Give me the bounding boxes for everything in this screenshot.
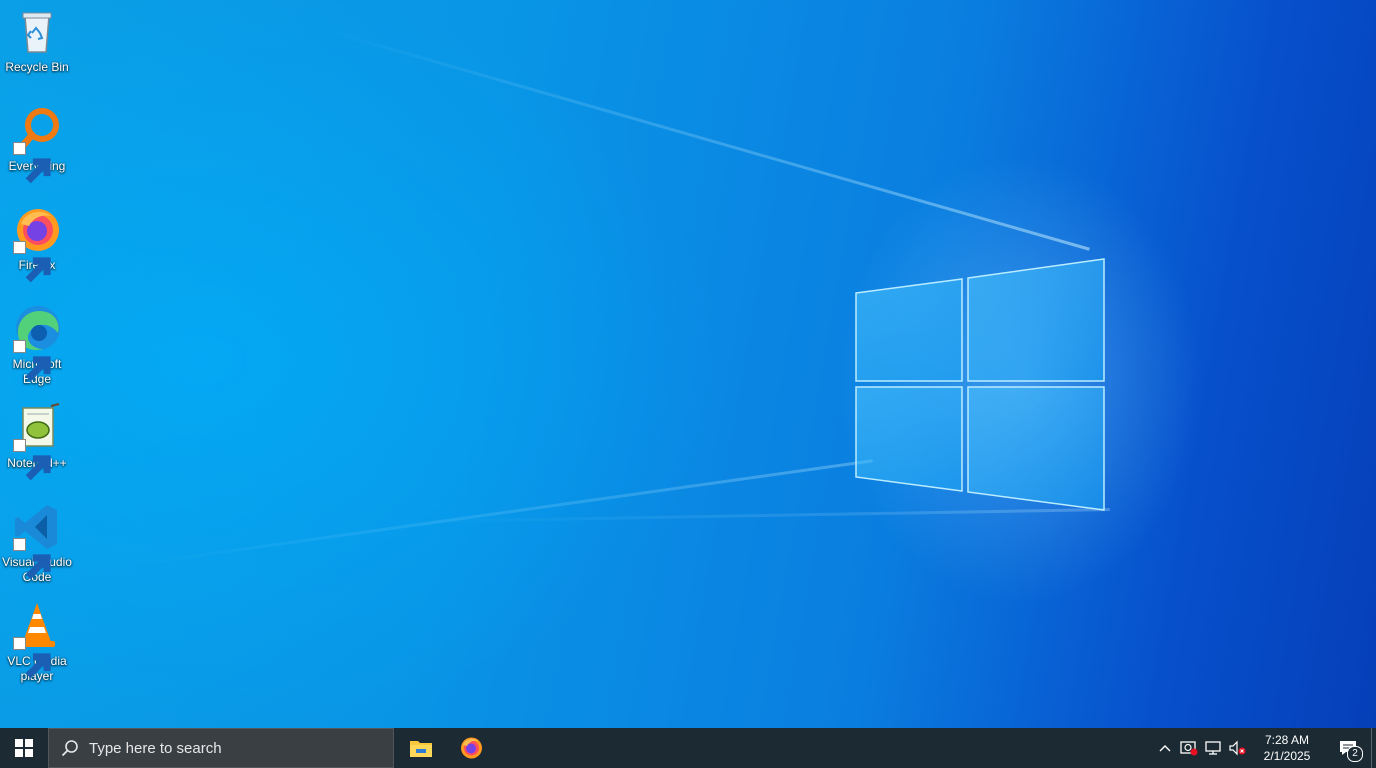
taskbar-pinned-file-explorer[interactable] [396, 728, 446, 768]
network-icon [1205, 741, 1221, 755]
start-button[interactable] [0, 728, 48, 768]
clock-time: 7:28 AM [1264, 733, 1310, 747]
shortcut-arrow-icon [13, 439, 51, 481]
file-explorer-icon [410, 741, 432, 757]
security-warning-icon [1180, 741, 1198, 756]
wallpaper-light-beam [329, 30, 1090, 251]
desktop-icon-firefox[interactable]: Firefox [0, 204, 74, 283]
tray-security-icon-button[interactable] [1177, 728, 1201, 768]
firefox-icon [461, 737, 482, 759]
shortcut-arrow-icon [13, 538, 51, 580]
show-hidden-icons-button[interactable] [1153, 728, 1177, 768]
desktop-icon-vlc-media-player[interactable]: VLC media player [0, 600, 74, 684]
shortcut-arrow-icon [13, 241, 51, 283]
vscode-icon [11, 501, 63, 580]
notepad-plus-plus-icon [11, 402, 63, 481]
recycle-bin-icon [11, 6, 63, 58]
taskbar-pinned-firefox[interactable] [446, 728, 496, 768]
clock-date: 2/1/2025 [1263, 749, 1311, 763]
everything-search-icon [11, 105, 63, 184]
taskbar: Type here to search 7:28 AM 2/1/2025 2 [0, 728, 1376, 768]
chevron-up-icon [1159, 745, 1171, 752]
desktop-icon-notepad-plus-plus[interactable]: Notepad++ [0, 402, 74, 481]
desktop-icon-label: Recycle Bin [5, 60, 69, 74]
desktop-icon-microsoft-edge[interactable]: Microsoft Edge [0, 303, 74, 387]
tray-volume-button[interactable] [1225, 728, 1249, 768]
desktop[interactable]: Recycle Bin Everything Firefox Microsoft… [0, 0, 1376, 728]
action-center-button[interactable]: 2 [1325, 728, 1371, 768]
notification-count-badge: 2 [1347, 746, 1363, 762]
shortcut-arrow-icon [13, 637, 51, 679]
edge-icon [11, 303, 63, 382]
vlc-icon [11, 600, 63, 679]
firefox-icon [11, 204, 63, 283]
search-placeholder: Type here to search [89, 739, 222, 757]
desktop-icon-recycle-bin[interactable]: Recycle Bin [0, 6, 74, 75]
windows-start-icon [15, 739, 33, 757]
system-tray: 7:28 AM 2/1/2025 2 [1153, 728, 1376, 768]
taskbar-search-box[interactable]: Type here to search [48, 728, 394, 768]
taskbar-clock[interactable]: 7:28 AM 2/1/2025 [1255, 732, 1319, 764]
search-icon [61, 740, 78, 757]
desktop-icon-visual-studio-code[interactable]: Visual Studio Code [0, 501, 74, 585]
windows-logo-wallpaper [855, 258, 1105, 511]
shortcut-arrow-icon [13, 340, 51, 382]
tray-network-button[interactable] [1201, 728, 1225, 768]
shortcut-arrow-icon [13, 142, 51, 184]
show-desktop-button[interactable] [1371, 728, 1376, 768]
volume-muted-icon [1229, 740, 1246, 756]
desktop-icon-everything[interactable]: Everything [0, 105, 74, 184]
